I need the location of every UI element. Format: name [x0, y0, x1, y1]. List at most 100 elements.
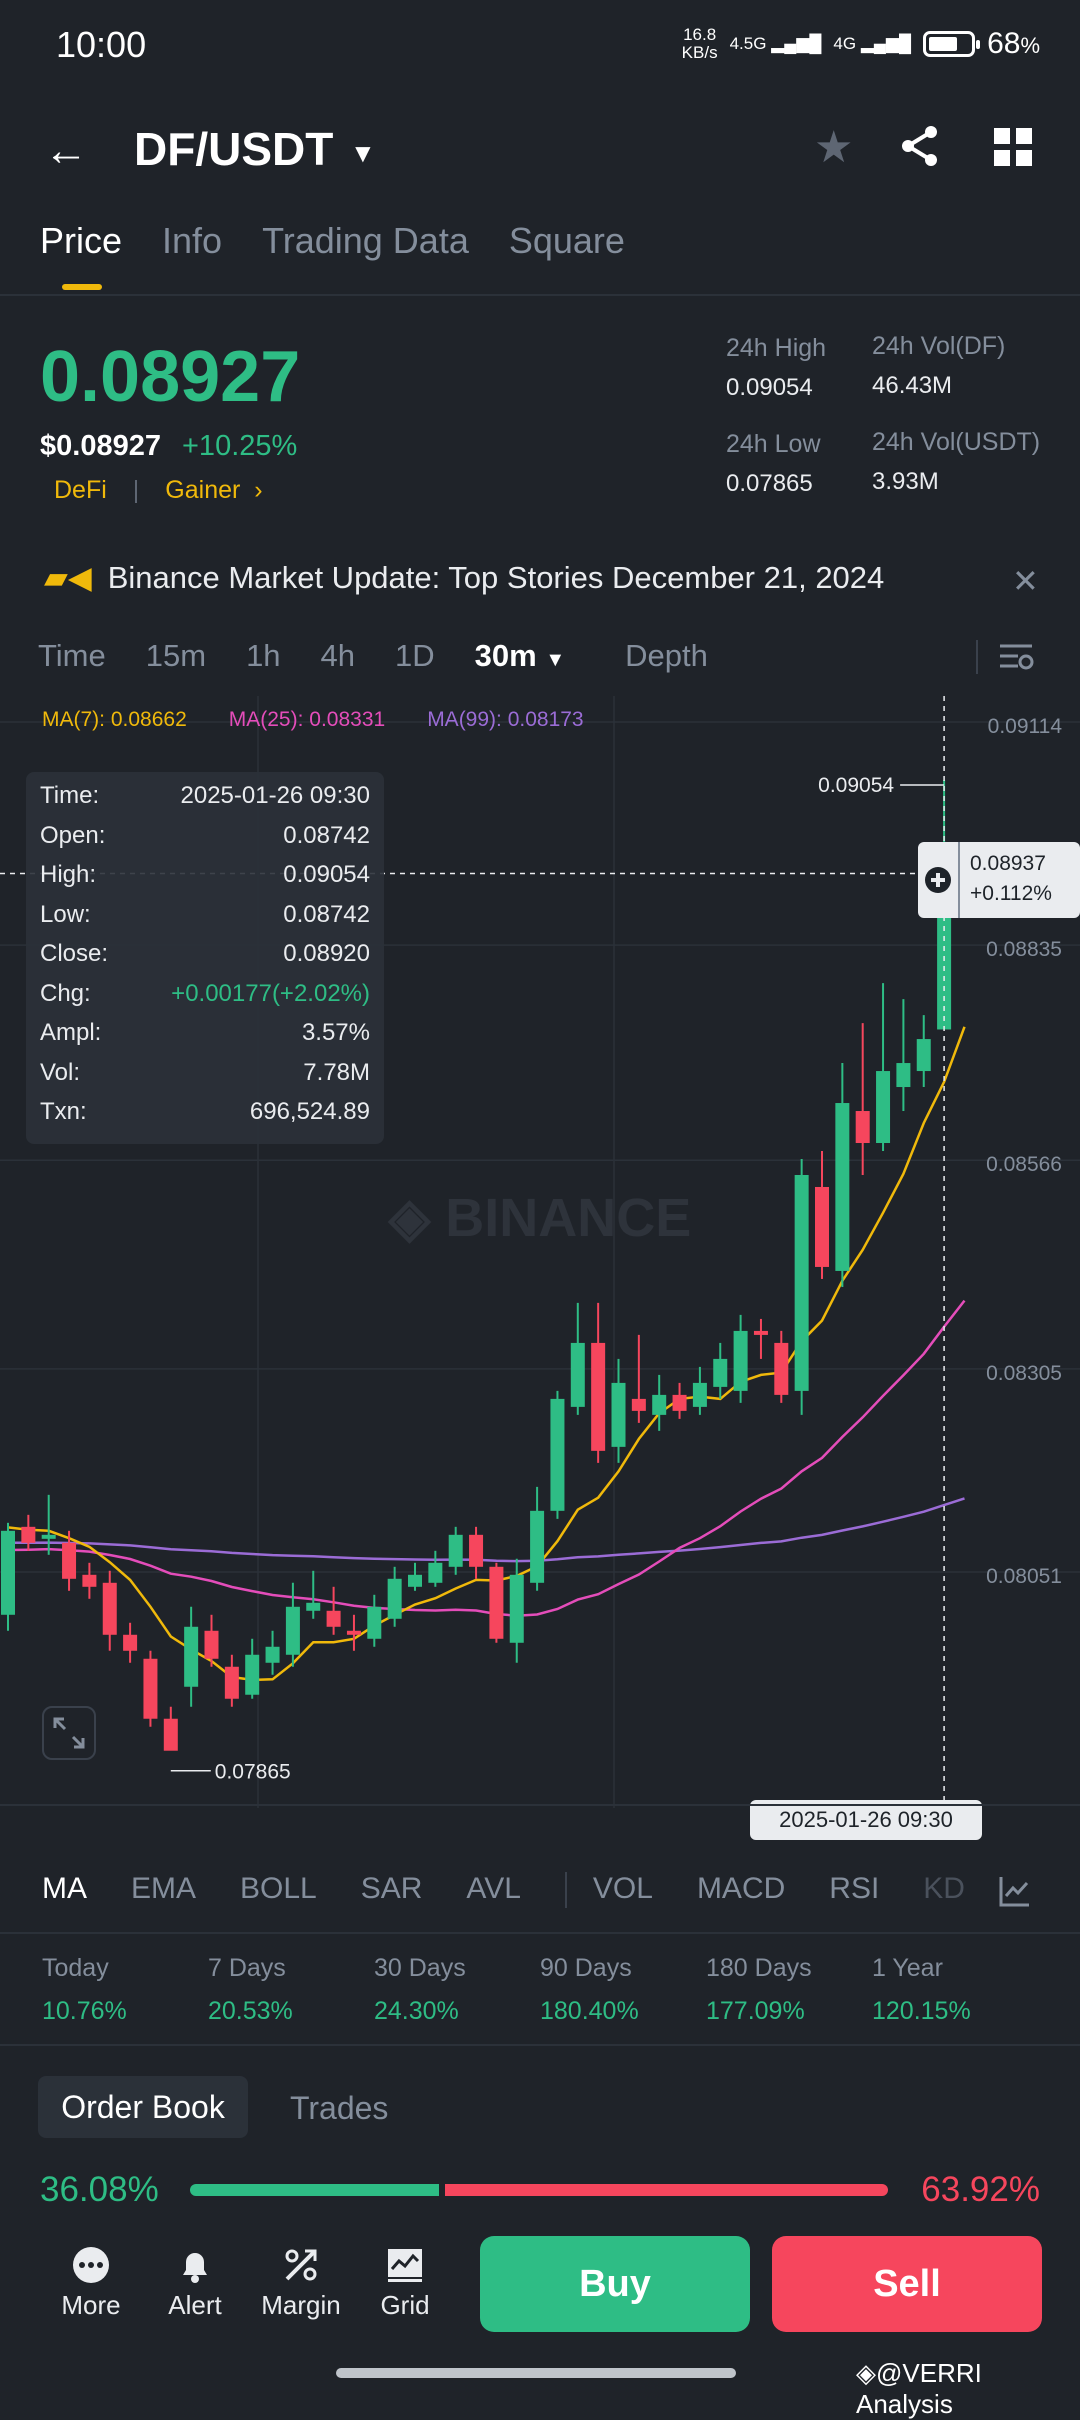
home-indicator[interactable]	[336, 2368, 736, 2378]
status-time: 10:00	[56, 24, 147, 65]
last-price: 0.08927	[40, 337, 301, 417]
interval-depth[interactable]: Depth	[625, 638, 708, 674]
tooltip-key: Open:	[40, 821, 106, 849]
candle-body	[326, 1610, 341, 1627]
tooltip-key: Low:	[40, 900, 91, 928]
sell-button[interactable]: Sell	[772, 2236, 1042, 2332]
ma7-legend: MA(7): 0.08662	[42, 708, 187, 731]
back-arrow-icon[interactable]: ←	[44, 126, 88, 176]
net-speed: 16.8 KB/s	[682, 26, 718, 62]
tab-order-book[interactable]: Order Book	[38, 2076, 248, 2138]
vol-quote-value: 3.93M	[872, 468, 939, 495]
header: ← DF/USDT ▼ ★	[0, 110, 1080, 190]
candle-body	[265, 1646, 280, 1663]
y-tick-label: 0.08835	[986, 938, 1062, 961]
tooltip-value: 2025-01-26 09:30	[180, 782, 371, 809]
candle-body	[143, 1658, 158, 1719]
grid-menu-icon[interactable]	[994, 128, 1032, 171]
candle-body	[387, 1578, 402, 1619]
high-label: 24h High	[726, 334, 827, 362]
vol-quote-label: 24h Vol(USDT)	[872, 428, 1041, 456]
interval-4h[interactable]: 4h	[321, 638, 355, 674]
margin-icon	[256, 2240, 346, 2290]
indicator-rsi[interactable]: RSI	[829, 1872, 879, 1908]
tag-gainer[interactable]: Gainer ›	[165, 476, 262, 505]
add-order-icon[interactable]	[918, 842, 960, 918]
return-7d: 7 Days 20.53%	[208, 1954, 293, 2025]
tab-trades[interactable]: Trades	[290, 2090, 388, 2127]
candle-body	[204, 1630, 219, 1659]
indicator-ema[interactable]: EMA	[131, 1872, 196, 1908]
chart-settings-icon[interactable]	[998, 640, 1034, 681]
indicator-sar[interactable]: SAR	[361, 1872, 423, 1908]
status-icons: 16.8 KB/s 4.5G ▂▄▆█ 4G ▂▄▆█ 68%	[682, 26, 1040, 62]
tooltip-row: Txn: 696,524.89	[40, 1098, 370, 1137]
tab-info[interactable]: Info	[162, 220, 222, 290]
buy-button[interactable]: Buy	[480, 2236, 750, 2332]
tooltip-value: 696,524.89	[249, 1098, 370, 1125]
interval-1d[interactable]: 1D	[395, 638, 435, 674]
candle-body	[713, 1358, 728, 1387]
indicator-ma[interactable]: MA	[42, 1872, 87, 1908]
candle-body	[733, 1330, 748, 1391]
grid-bot-icon	[360, 2240, 450, 2290]
watermark-text: ◈@VERRI Analysis	[856, 2358, 982, 2419]
tab-trading-data[interactable]: Trading Data	[262, 220, 469, 290]
return-today: Today 10.76%	[42, 1954, 127, 2025]
nav-grid[interactable]: Grid	[360, 2240, 450, 2321]
candle-body	[428, 1562, 443, 1583]
signal-4g: 4G ▂▄▆█	[833, 34, 912, 53]
nav-margin[interactable]: Margin	[256, 2240, 346, 2321]
indicator-kd[interactable]: KD	[923, 1872, 965, 1908]
indicator-avl[interactable]: AVL	[466, 1872, 520, 1908]
candle-body	[163, 1718, 178, 1751]
tab-square[interactable]: Square	[509, 220, 625, 290]
indicator-boll[interactable]: BOLL	[240, 1872, 317, 1908]
net-speed-value: 16.8	[683, 25, 717, 44]
candle-body	[1, 1530, 15, 1615]
news-banner[interactable]: ▰◀ Binance Market Update: Top Stories Dec…	[44, 560, 884, 596]
pair-title[interactable]: DF/USDT	[134, 122, 333, 176]
tooltip-value: 3.57%	[301, 1019, 370, 1046]
share-icon[interactable]	[898, 124, 942, 173]
divider	[0, 1932, 1080, 1934]
tooltip-row: Time: 2025-01-26 09:30	[40, 782, 370, 821]
nav-more[interactable]: More	[46, 2240, 136, 2321]
high-value: 0.09054	[726, 374, 813, 401]
buy-ratio-fill	[190, 2184, 439, 2196]
interval-30m[interactable]: 30m ▼	[475, 638, 565, 674]
candle-body	[550, 1398, 565, 1511]
tab-price[interactable]: Price	[40, 220, 122, 290]
crosshair-price-box[interactable]: 0.08937 +0.112%	[918, 842, 1080, 918]
candle-body	[794, 1174, 809, 1391]
tag-defi[interactable]: DeFi	[54, 476, 107, 505]
candle-body	[184, 1626, 199, 1687]
candle-body	[896, 1063, 911, 1088]
main-tabs: Price Info Trading Data Square	[40, 220, 625, 290]
buy-ratio-pct: 36.08%	[40, 2170, 159, 2209]
candle-body	[530, 1510, 545, 1583]
nav-grid-label: Grid	[380, 2290, 430, 2320]
interval-15m[interactable]: 15m	[146, 638, 206, 674]
indicator-settings-icon[interactable]	[998, 1874, 1040, 1914]
indicator-macd[interactable]: MACD	[697, 1872, 785, 1908]
interval-time[interactable]: Time	[38, 638, 106, 674]
divider	[564, 1872, 567, 1908]
candle-body	[753, 1330, 768, 1335]
pair-dropdown-icon[interactable]: ▼	[350, 138, 376, 169]
tooltip-value: 0.08742	[283, 900, 370, 928]
indicator-vol[interactable]: VOL	[593, 1872, 653, 1908]
interval-bar: Time 15m 1h 4h 1D 30m ▼ Depth	[38, 638, 708, 674]
candle-body	[367, 1606, 382, 1639]
interval-1h[interactable]: 1h	[246, 638, 280, 674]
candle-body	[489, 1566, 504, 1639]
tooltip-row: Chg: +0.00177(+2.02%)	[40, 980, 370, 1019]
nav-margin-label: Margin	[261, 2290, 341, 2320]
fullscreen-icon[interactable]	[42, 1706, 96, 1760]
candle-body	[631, 1398, 646, 1411]
tooltip-value: 7.78M	[303, 1058, 370, 1086]
close-icon[interactable]: ✕	[1012, 562, 1039, 600]
favorite-star-icon[interactable]: ★	[814, 122, 853, 173]
nav-alert[interactable]: Alert	[150, 2240, 240, 2321]
candle-body	[570, 1342, 585, 1407]
